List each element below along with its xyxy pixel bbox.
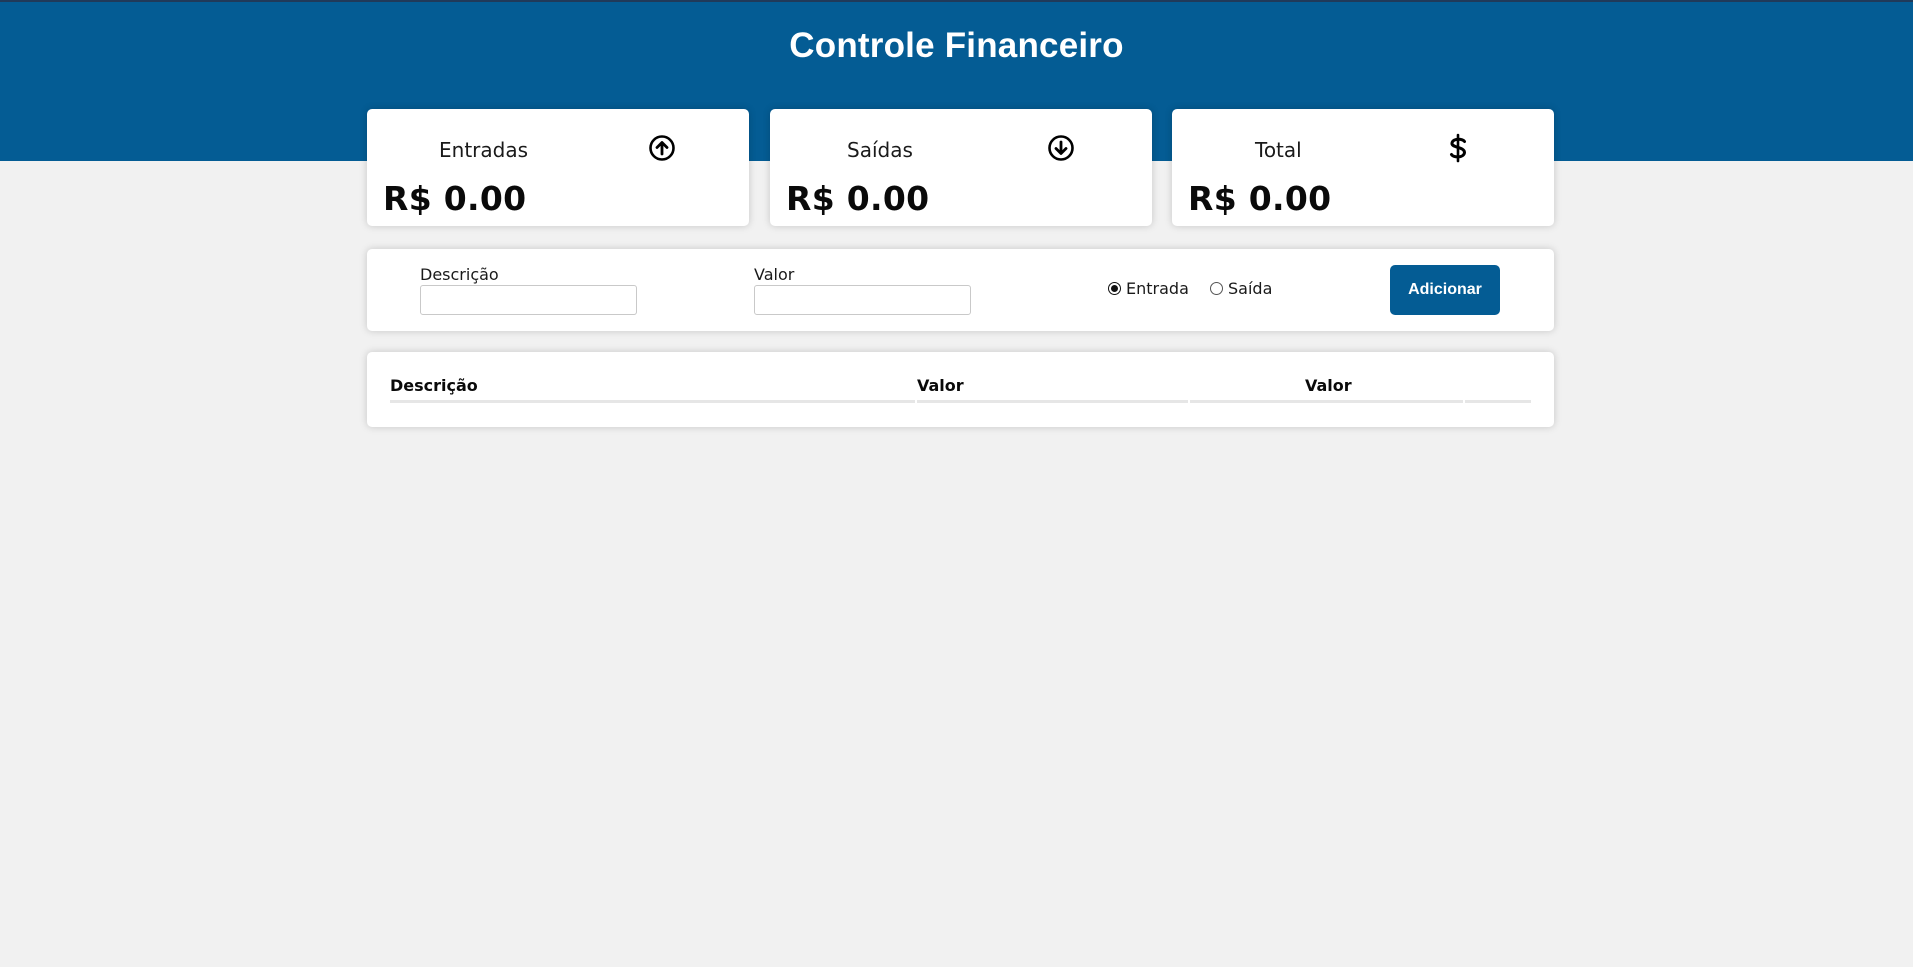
expense-value: R$ 0.00 <box>786 179 930 218</box>
description-input[interactable] <box>420 285 637 315</box>
description-label: Descrição <box>420 265 499 284</box>
expense-label: Saídas <box>847 138 913 162</box>
table-header-divider <box>1465 400 1531 403</box>
income-label: Entradas <box>439 138 529 162</box>
total-card: Total R$ 0.00 <box>1172 109 1554 226</box>
table-header-amount: Valor <box>917 376 964 395</box>
type-radio-saida[interactable]: Saída <box>1210 279 1272 298</box>
total-value: R$ 0.00 <box>1188 179 1332 218</box>
arrow-down-circle-icon <box>1046 133 1076 163</box>
total-label: Total <box>1255 138 1302 162</box>
radio-saida-circle[interactable] <box>1210 282 1223 295</box>
add-button[interactable]: Adicionar <box>1390 265 1500 315</box>
table-header-divider <box>1190 400 1463 403</box>
dollar-icon <box>1443 133 1473 163</box>
income-card: Entradas R$ 0.00 <box>367 109 749 226</box>
arrow-up-circle-icon <box>647 133 677 163</box>
table-header-description: Descrição <box>390 376 478 395</box>
type-radio-entrada[interactable]: Entrada <box>1108 279 1189 298</box>
transactions-table: Descrição Valor Valor <box>367 352 1554 427</box>
radio-entrada-label[interactable]: Entrada <box>1126 279 1189 298</box>
table-header-type: Valor <box>1305 376 1352 395</box>
amount-input[interactable] <box>754 285 971 315</box>
transaction-form: Descrição Valor Entrada Saída Adicionar <box>367 249 1554 331</box>
table-header-divider <box>390 400 915 403</box>
amount-label: Valor <box>754 265 795 284</box>
table-header-divider <box>917 400 1188 403</box>
radio-saida-label[interactable]: Saída <box>1228 279 1272 298</box>
page-title: Controle Financeiro <box>789 26 1124 65</box>
radio-entrada-circle[interactable] <box>1108 282 1121 295</box>
income-value: R$ 0.00 <box>383 179 527 218</box>
expense-card: Saídas R$ 0.00 <box>770 109 1152 226</box>
